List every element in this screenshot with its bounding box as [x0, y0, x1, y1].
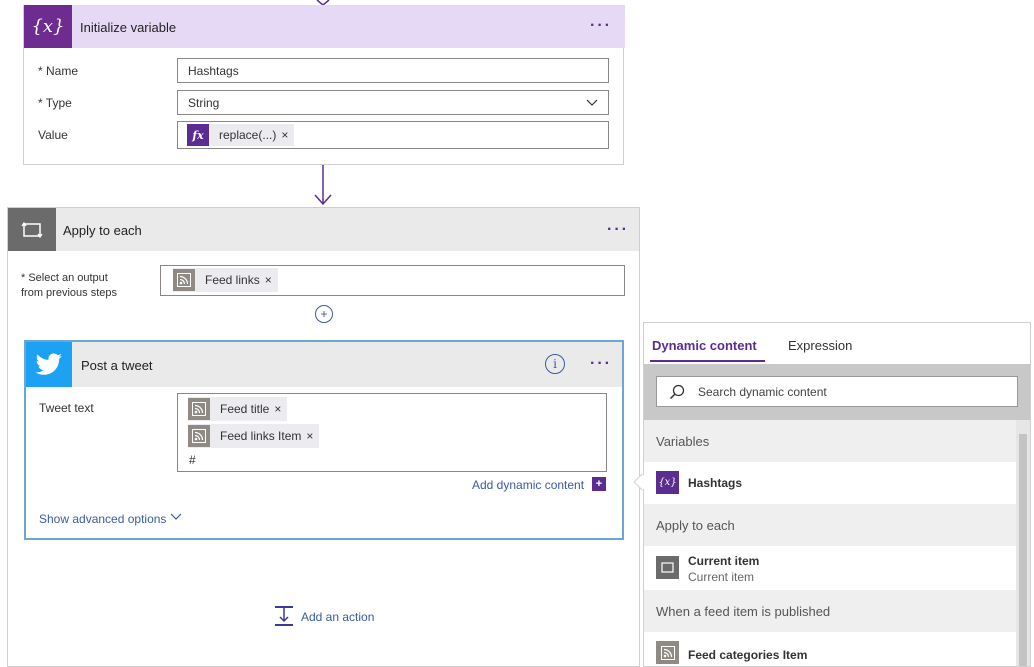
chevron-down-icon [586, 99, 598, 106]
select-output-label-line1: * Select an output [21, 272, 108, 284]
loop-icon [656, 556, 679, 579]
remove-token-icon[interactable]: × [281, 128, 294, 142]
chevron-down-icon[interactable] [170, 513, 182, 521]
feed-links-token[interactable]: Feed links × [173, 268, 278, 292]
post-tweet-header[interactable]: Post a tweet i ··· [26, 342, 622, 387]
select-output-label-line2: from previous steps [21, 287, 117, 299]
feed-links-token-label: Feed links [205, 273, 260, 287]
dynamic-item-subtitle: Current item [688, 570, 755, 584]
post-tweet-title: Post a tweet [81, 358, 153, 373]
tweet-text-field[interactable]: Feed title × Feed links Item × # [177, 393, 607, 472]
info-icon[interactable]: i [545, 354, 565, 374]
name-value: Hashtags [188, 64, 239, 78]
dynamic-item-current-item[interactable]: Current item Current item [644, 546, 1016, 590]
scrollbar-track[interactable] [1016, 420, 1030, 666]
feed-title-token-label: Feed title [220, 402, 270, 416]
active-tab-indicator [650, 360, 765, 362]
rss-icon [188, 425, 210, 447]
more-options-icon[interactable]: ··· [590, 356, 612, 372]
loop-icon [8, 208, 56, 251]
rss-icon [173, 269, 195, 291]
remove-token-icon[interactable]: × [265, 273, 278, 287]
insert-step-plus-icon[interactable]: + [315, 305, 333, 323]
search-band: Search dynamic content [644, 364, 1030, 420]
apply-to-each-title: Apply to each [63, 223, 142, 238]
post-tweet-card: Post a tweet i ··· Tweet text Feed title… [24, 340, 624, 540]
tab-dynamic-content[interactable]: Dynamic content [652, 338, 757, 353]
section-header-feed-item-published: When a feed item is published [644, 590, 1016, 632]
expression-token-label: replace(...) [219, 128, 277, 142]
type-value: String [188, 96, 220, 110]
value-field[interactable]: fx replace(...) × [177, 121, 609, 149]
tweet-trailing-text: # [189, 453, 196, 467]
search-placeholder: Search dynamic content [698, 385, 827, 399]
expression-token[interactable]: fx replace(...) × [187, 124, 295, 146]
initialize-variable-card: {x} Initialize variable ··· * Name Hasht… [23, 5, 625, 165]
dynamic-content-panel: Dynamic content Expression Search dynami… [643, 322, 1031, 667]
dynamic-item-title: Current item [688, 554, 760, 568]
name-label: * Name [38, 64, 79, 78]
variable-braces-icon: {x} [656, 471, 679, 494]
section-header-variables: Variables [644, 420, 1016, 462]
add-an-action-link[interactable]: Add an action [301, 610, 374, 624]
fx-icon: fx [187, 124, 209, 146]
apply-to-each-header[interactable]: Apply to each ··· [8, 208, 639, 251]
dynamic-item-hashtags[interactable]: {x} Hashtags [644, 462, 1016, 504]
rss-icon [188, 398, 210, 420]
twitter-bird-icon [26, 342, 72, 387]
section-header-apply-to-each: Apply to each [644, 504, 1016, 546]
feed-links-item-token-label: Feed links Item [220, 429, 302, 443]
value-label: Value [38, 128, 68, 142]
type-select[interactable]: String [177, 90, 609, 115]
add-dynamic-content-plus-icon[interactable]: + [592, 477, 606, 491]
connector-arrow [314, 165, 332, 206]
feed-links-item-token[interactable]: Feed links Item × [188, 424, 320, 448]
dynamic-item-title: Hashtags [688, 476, 743, 490]
add-action-icon[interactable] [273, 605, 295, 627]
tab-expression[interactable]: Expression [788, 338, 852, 353]
scrollbar-thumb[interactable] [1019, 434, 1027, 666]
search-icon [669, 384, 685, 400]
name-field[interactable]: Hashtags [177, 58, 609, 83]
select-output-field[interactable]: Feed links × [160, 265, 625, 296]
search-dynamic-content-input[interactable]: Search dynamic content [656, 376, 1018, 407]
initialize-variable-title: Initialize variable [80, 20, 177, 35]
variable-braces-icon: {x} [24, 5, 72, 48]
initialize-variable-header[interactable]: {x} Initialize variable ··· [24, 5, 625, 48]
more-options-icon[interactable]: ··· [590, 18, 612, 34]
remove-token-icon[interactable]: × [306, 429, 319, 443]
show-advanced-options-link[interactable]: Show advanced options [39, 512, 166, 526]
rss-icon [656, 641, 679, 664]
remove-token-icon[interactable]: × [274, 402, 287, 416]
dynamic-item-feed-categories[interactable]: Feed categories Item [644, 632, 1016, 666]
type-label: * Type [38, 96, 72, 110]
add-dynamic-content-link[interactable]: Add dynamic content [472, 478, 584, 492]
dynamic-item-title: Feed categories Item [688, 648, 808, 662]
more-options-icon[interactable]: ··· [607, 222, 629, 238]
tweet-text-label: Tweet text [39, 401, 94, 415]
feed-title-token[interactable]: Feed title × [188, 397, 288, 421]
